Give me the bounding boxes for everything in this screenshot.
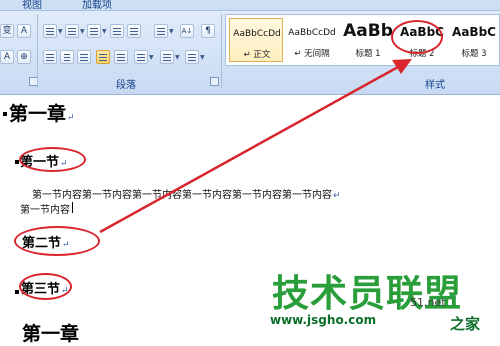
watermark-tail-text: 之家 (450, 315, 481, 333)
watermark-side-text: 51.net (410, 296, 446, 309)
arrow-shaft (99, 65, 399, 234)
watermark-url: www.jsgho.com (270, 313, 377, 327)
arrow-head-icon (392, 59, 412, 74)
